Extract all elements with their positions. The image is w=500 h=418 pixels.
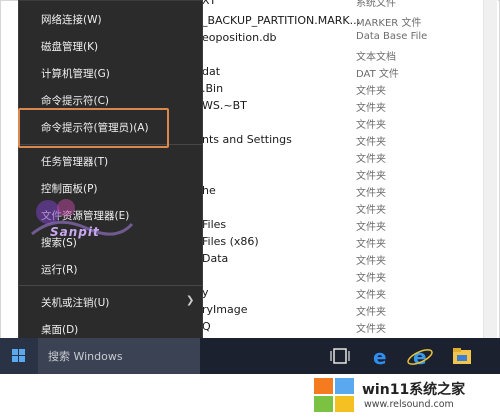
file-type: 文本文档 bbox=[356, 52, 396, 63]
windows-logo-icon bbox=[12, 349, 25, 362]
search-placeholder: 搜索 Windows bbox=[48, 350, 123, 363]
taskbar-search-box[interactable]: 搜索 Windows bbox=[38, 338, 200, 374]
watermark-graphic-icon bbox=[31, 199, 134, 236]
menu-item-network-connections[interactable]: 网络连接(W) bbox=[19, 6, 202, 32]
menu-item-label: 桌面(D) bbox=[41, 324, 79, 336]
task-view-icon bbox=[330, 348, 350, 364]
menu-item-task-manager[interactable]: 任务管理器(T) bbox=[19, 148, 202, 174]
file-type: 文件夹 bbox=[356, 256, 386, 267]
task-view-button[interactable] bbox=[322, 338, 358, 374]
menu-item-label: 运行(R) bbox=[41, 264, 78, 276]
file-type: 文件夹 bbox=[356, 239, 386, 250]
file-name: he bbox=[202, 184, 216, 197]
edge-browser-button[interactable]: e bbox=[362, 338, 398, 374]
watermark-logo: Sanpit bbox=[26, 194, 136, 248]
menu-item-computer-management[interactable]: 计算机管理(G) bbox=[19, 60, 202, 86]
file-type: MARKER 文件 bbox=[356, 18, 422, 29]
edge-icon: e bbox=[373, 345, 387, 369]
power-user-menu: 网络连接(W) 磁盘管理(K) 计算机管理(G) 命令提示符(C) 命令提示符(… bbox=[18, 0, 203, 345]
file-type: 文件夹 bbox=[356, 171, 386, 182]
site-logo-icon bbox=[314, 378, 354, 412]
file-type: 文件夹 bbox=[356, 307, 386, 318]
menu-item-label: 计算机管理(G) bbox=[41, 68, 110, 80]
file-type: 文件夹 bbox=[356, 222, 386, 233]
folder-icon bbox=[453, 348, 471, 364]
file-type: 文件夹 bbox=[356, 205, 386, 216]
watermark-text: Sanpit bbox=[50, 225, 100, 239]
highlight-box bbox=[18, 108, 169, 148]
file-name: Files (x86) bbox=[202, 235, 259, 248]
internet-explorer-icon: e bbox=[407, 345, 433, 369]
file-type: 文件夹 bbox=[356, 120, 386, 131]
list-item[interactable]: Q 文件夹 bbox=[196, 318, 498, 338]
chevron-right-icon: ❯ bbox=[186, 295, 195, 306]
menu-item-run[interactable]: 运行(R) bbox=[19, 256, 202, 282]
start-button[interactable] bbox=[0, 338, 38, 374]
file-type: 文件夹 bbox=[356, 324, 386, 335]
svg-text:e: e bbox=[413, 345, 427, 369]
svg-text:e: e bbox=[373, 345, 387, 369]
menu-divider bbox=[19, 285, 202, 286]
menu-item-label: 磁盘管理(K) bbox=[41, 41, 99, 53]
file-type: 文件夹 bbox=[356, 188, 386, 199]
site-brand-name: win11系统之家 bbox=[362, 382, 466, 398]
file-type: 文件夹 bbox=[356, 103, 386, 114]
file-type: Data Base File bbox=[356, 31, 428, 42]
file-list: XT 系统文件 _BACKUP_PARTITION.MARK... MARKER 文… bbox=[196, 0, 498, 338]
file-name: WS.~BT bbox=[202, 99, 247, 112]
file-name: _BACKUP_PARTITION.MARK... bbox=[202, 14, 361, 27]
file-type: 文件夹 bbox=[356, 137, 386, 148]
file-type: 文件夹 bbox=[356, 290, 386, 301]
file-explorer-button[interactable] bbox=[444, 338, 480, 374]
file-name: Data bbox=[202, 252, 229, 265]
file-name: dat bbox=[202, 65, 221, 78]
menu-item-label: 网络连接(W) bbox=[41, 14, 102, 26]
site-url: www.relsound.com bbox=[364, 399, 454, 410]
file-name: nts and Settings bbox=[202, 133, 292, 146]
list-item[interactable]: XT 系统文件 bbox=[196, 0, 498, 12]
file-name: Files bbox=[202, 218, 227, 231]
file-name: .Bin bbox=[202, 82, 224, 95]
menu-item-shutdown-signout[interactable]: 关机或注销(U) ❯ bbox=[19, 289, 202, 315]
file-type: DAT 文件 bbox=[356, 69, 399, 80]
file-name: eoposition.db bbox=[202, 31, 277, 44]
file-type: 系统文件 bbox=[356, 0, 396, 9]
taskbar: 搜索 Windows e e bbox=[0, 338, 500, 374]
file-name: ryImage bbox=[202, 303, 248, 316]
menu-item-disk-management[interactable]: 磁盘管理(K) bbox=[19, 33, 202, 59]
vertical-scrollbar[interactable] bbox=[483, 0, 497, 338]
file-type: 文件夹 bbox=[356, 273, 386, 284]
menu-item-label: 关机或注销(U) bbox=[41, 297, 110, 309]
internet-explorer-button[interactable]: e bbox=[402, 338, 438, 374]
file-name: XT bbox=[202, 0, 217, 7]
menu-item-label: 命令提示符(C) bbox=[41, 95, 110, 107]
file-type: 文件夹 bbox=[356, 86, 386, 97]
file-type: 文件夹 bbox=[356, 154, 386, 165]
file-name: Q bbox=[202, 320, 211, 333]
menu-item-label: 任务管理器(T) bbox=[41, 156, 109, 168]
